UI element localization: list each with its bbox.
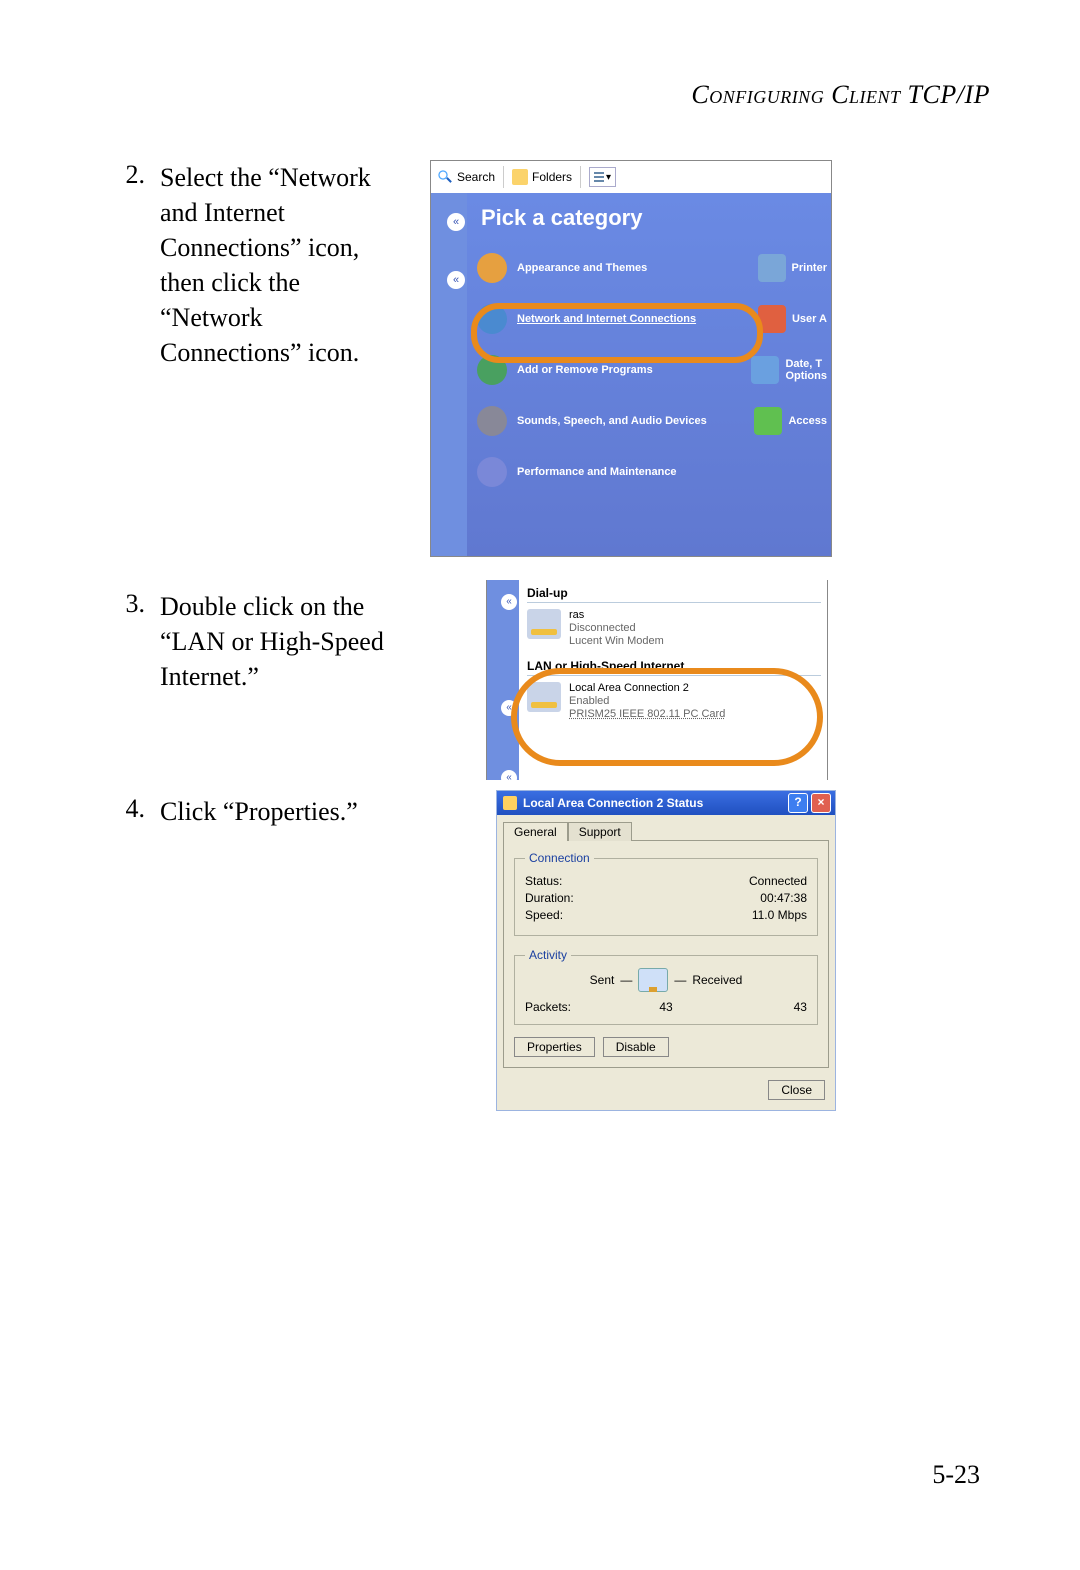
- page-header: Configuring Client TCP/IP: [90, 80, 990, 110]
- category-row[interactable]: Performance and Maintenance: [477, 449, 831, 494]
- category-icon: [477, 253, 507, 283]
- group-lan: LAN or High-Speed Internet: [527, 657, 821, 676]
- sidebar: « «: [431, 193, 467, 557]
- category-row[interactable]: Appearance and Themes Printer: [477, 245, 831, 290]
- toolbar-search[interactable]: Search: [457, 170, 495, 184]
- group-activity: Activity Sent — — Received Packets: 43: [514, 948, 818, 1025]
- conn-device: Lucent Win Modem: [569, 635, 664, 648]
- category-panel: Pick a category Appearance and Themes Pri…: [467, 193, 831, 557]
- sent-label: Sent: [590, 973, 615, 987]
- packets-received: 43: [714, 1000, 807, 1014]
- screenshot-network-connections: « « « Dial-up ras Disconnected Lucent Wi…: [486, 580, 828, 780]
- view-icon: [594, 172, 604, 182]
- properties-button[interactable]: Properties: [514, 1037, 595, 1057]
- step-text: Select the “Network and Internet Connect…: [160, 160, 400, 371]
- category-icon: [477, 406, 507, 436]
- category-row[interactable]: Sounds, Speech, and Audio Devices Access: [477, 398, 831, 443]
- window-icon: [503, 796, 517, 810]
- page-number: 5-23: [932, 1460, 980, 1490]
- window-titlebar: Local Area Connection 2 Status ? ×: [497, 791, 835, 815]
- category-icon: [477, 304, 507, 334]
- connection-lan2[interactable]: Local Area Connection 2 Enabled PRISM25 …: [527, 682, 821, 722]
- dash: —: [674, 973, 686, 987]
- conn-title: Local Area Connection 2: [569, 682, 725, 695]
- collapse-icon[interactable]: «: [447, 213, 465, 231]
- chevron-down-icon: ▾: [606, 172, 611, 183]
- duration-label: Duration:: [525, 891, 574, 905]
- category-label: Add or Remove Programs: [517, 364, 653, 376]
- speed-label: Speed:: [525, 908, 563, 922]
- conn-device: PRISM25 IEEE 802.11 PC Card: [569, 708, 725, 721]
- pick-category-title: Pick a category: [481, 205, 831, 231]
- toolbar-folders[interactable]: Folders: [532, 170, 572, 184]
- document-page: Configuring Client TCP/IP 2. Select the …: [0, 0, 1080, 1570]
- received-label: Received: [692, 973, 742, 987]
- legend-activity: Activity: [525, 948, 571, 962]
- packets-sent: 43: [619, 1000, 712, 1014]
- category-right-label: User A: [792, 313, 827, 325]
- screenshot-connection-status: Local Area Connection 2 Status ? × Gener…: [496, 790, 836, 1111]
- explorer-toolbar: Search Folders ▾: [431, 161, 831, 193]
- category-row[interactable]: Network and Internet Connections User A: [477, 296, 831, 341]
- step-text: Click “Properties.”: [160, 794, 400, 829]
- view-button[interactable]: ▾: [589, 167, 616, 187]
- packets-label: Packets:: [525, 1000, 618, 1014]
- sidebar: « « «: [487, 580, 519, 780]
- folder-icon: [512, 169, 528, 185]
- collapse-icon[interactable]: «: [447, 271, 465, 289]
- category-right-icon: [751, 356, 779, 384]
- category-right-icon: [758, 254, 786, 282]
- search-icon: [437, 169, 453, 185]
- collapse-icon[interactable]: «: [501, 700, 517, 716]
- step-number: 4.: [90, 794, 160, 824]
- legend-connection: Connection: [525, 851, 594, 865]
- connection-icon: [527, 682, 561, 712]
- step-number: 2.: [90, 160, 160, 190]
- collapse-icon[interactable]: «: [501, 594, 517, 610]
- category-row[interactable]: Add or Remove Programs Date, T Options: [477, 347, 831, 392]
- group-dialup: Dial-up: [527, 584, 821, 603]
- category-right-label: Date, T Options: [785, 358, 827, 382]
- window-title: Local Area Connection 2 Status: [523, 796, 703, 810]
- category-icon: [477, 355, 507, 385]
- group-connection: Connection Status: Connected Duration: 00:…: [514, 851, 818, 936]
- category-label: Network and Internet Connections: [517, 313, 696, 325]
- category-label: Appearance and Themes: [517, 262, 647, 274]
- connection-icon: [527, 609, 561, 639]
- step-number: 3.: [90, 589, 160, 619]
- dash: —: [620, 973, 632, 987]
- collapse-icon[interactable]: «: [501, 770, 517, 780]
- category-right-label: Printer: [792, 262, 827, 274]
- close-button-footer[interactable]: Close: [768, 1080, 825, 1100]
- category-label: Performance and Maintenance: [517, 466, 677, 478]
- step-text: Double click on the “LAN or High-Speed I…: [160, 589, 400, 694]
- connection-ras[interactable]: ras Disconnected Lucent Win Modem: [527, 609, 821, 649]
- category-label: Sounds, Speech, and Audio Devices: [517, 415, 707, 427]
- activity-icon: [638, 968, 668, 992]
- conn-status: Enabled: [569, 695, 725, 708]
- toolbar-separator: [503, 166, 504, 188]
- toolbar-separator: [580, 166, 581, 188]
- tab-panel-general: Connection Status: Connected Duration: 00:…: [503, 840, 829, 1068]
- conn-title: ras: [569, 609, 664, 622]
- category-right-icon: [758, 305, 786, 333]
- category-right-label: Access: [788, 415, 827, 427]
- screenshot-control-panel: Search Folders ▾ « « Pick a category App…: [430, 160, 832, 557]
- close-button[interactable]: ×: [811, 793, 831, 813]
- duration-value: 00:47:38: [760, 891, 807, 905]
- help-button[interactable]: ?: [788, 793, 808, 813]
- tab-general[interactable]: General: [503, 822, 568, 841]
- category-right-icon: [754, 407, 782, 435]
- tab-strip: General Support: [497, 815, 835, 840]
- status-label: Status:: [525, 874, 562, 888]
- conn-status: Disconnected: [569, 622, 664, 635]
- category-icon: [477, 457, 507, 487]
- speed-value: 11.0 Mbps: [752, 908, 807, 922]
- status-value: Connected: [749, 874, 807, 888]
- tab-support[interactable]: Support: [568, 822, 632, 841]
- disable-button[interactable]: Disable: [603, 1037, 669, 1057]
